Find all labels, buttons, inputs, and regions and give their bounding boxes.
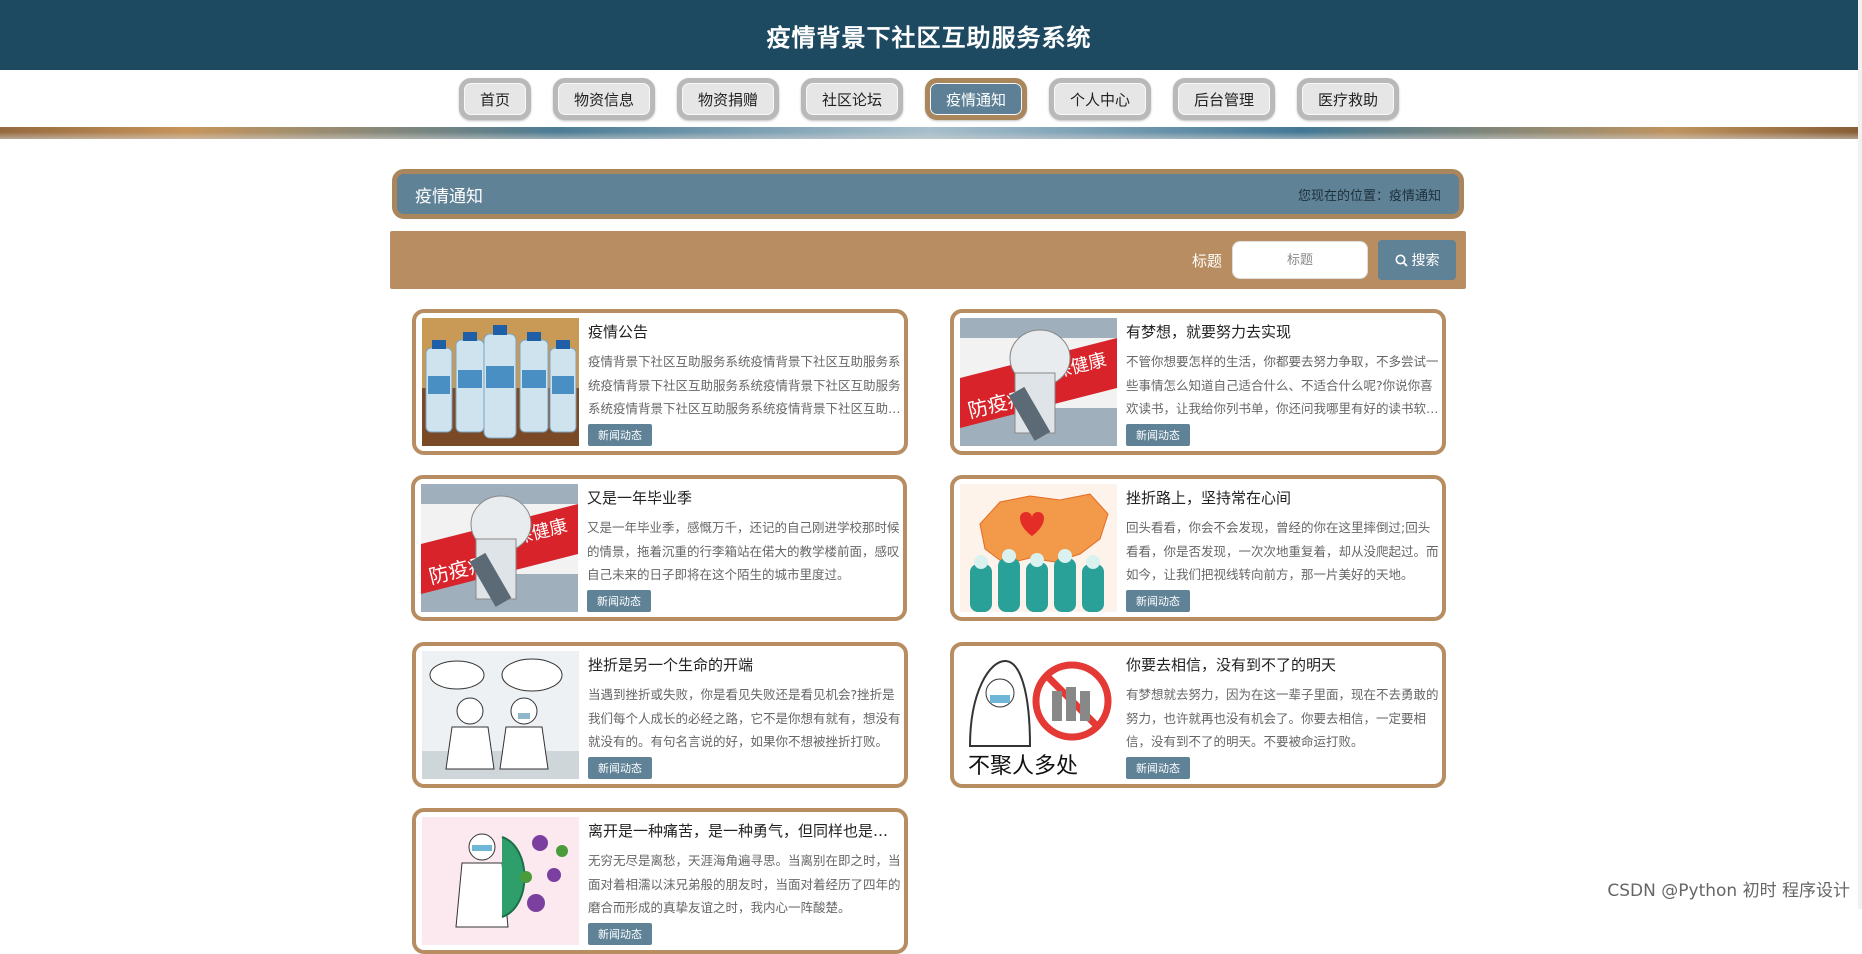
nav-item-forum[interactable]: 社区论坛 [800, 78, 903, 120]
card-desc: 又是一年毕业季，感慨万千，还记的自己刚进学校那时候的情景，拖着沉重的行李箱站在偌… [587, 520, 900, 582]
card-title[interactable]: 挫折是另一个生命的开端 [588, 654, 902, 675]
search-button[interactable]: 搜索 [1378, 240, 1456, 280]
card-tag: 新闻动态 [588, 424, 652, 446]
app-title: 疫情背景下社区互助服务系统 [766, 23, 1092, 52]
news-card[interactable]: 离开是一种痛苦，是一种勇气，但同样也是一个考验 无穷无尽是离愁，天涯海角遍寻思。… [412, 808, 908, 954]
card-desc: 无穷无尽是离愁，天涯海角遍寻思。当离别在即之时，当面对着相濡以沫兄弟般的朋友时，… [588, 853, 901, 915]
nav-item-admin[interactable]: 后台管理 [1173, 78, 1276, 120]
no-gathering-image: 不聚人多处 [960, 651, 1117, 779]
vertical-scrollbar[interactable] [1858, 0, 1862, 909]
card-desc: 不管你想要怎样的生活，你都要去努力争取，不多尝试一些事情怎么知道自己适合什么、不… [1126, 354, 1439, 416]
banner-strip [0, 127, 1858, 139]
card-desc: 当遇到挫折或失败，你是看见失败还是看见机会?挫折是我们每个人成长的必经之路，它不… [588, 687, 901, 749]
card-tag: 新闻动态 [587, 590, 651, 612]
svg-text:不聚人多处: 不聚人多处 [968, 754, 1078, 779]
app-header: 疫情背景下社区互助服务系统 [0, 0, 1858, 70]
nav-item-donation[interactable]: 物资捐赠 [676, 78, 779, 120]
mask-cartoon-image [422, 651, 579, 779]
search-icon [1395, 254, 1408, 267]
card-desc: 疫情背景下社区互助服务系统疫情背景下社区互助服务系统疫情背景下社区互助服务系统疫… [588, 354, 901, 416]
section-title: 疫情通知 [415, 186, 483, 207]
doctor-virus-image [422, 817, 579, 945]
section-titlebar: 疫情通知 您现在的位置：疫情通知 [392, 169, 1464, 219]
water-bottles-image [422, 318, 579, 446]
card-tag: 新闻动态 [588, 923, 652, 945]
nav-item-notice[interactable]: 疫情通知 [925, 78, 1028, 120]
card-desc: 回头看看，你会不会发现，曾经的你在这里摔倒过;回头看看，你是否发现，一次次地重复… [1126, 520, 1439, 582]
card-tag: 新闻动态 [588, 757, 652, 779]
card-title[interactable]: 你要去相信，没有到不了的明天 [1126, 654, 1440, 675]
card-title[interactable]: 疫情公告 [588, 321, 902, 342]
news-card[interactable]: 不聚人多处 你要去相信，没有到不了的明天 有梦想就去努力，因为在这一辈子里面，现… [950, 642, 1446, 788]
nav-item-supplies[interactable]: 物资信息 [552, 78, 655, 120]
card-tag: 新闻动态 [1126, 757, 1190, 779]
nav-item-home[interactable]: 首页 [458, 78, 531, 120]
watermark: CSDN @Python 初时 程序设计 [1607, 881, 1850, 901]
news-card[interactable]: 防疫疫情 保健康 又是一年毕业季 又是一年毕业季，感慨万千，还记的自己刚进学校那… [411, 475, 907, 621]
search-button-label: 搜索 [1411, 252, 1440, 268]
nav-item-medical[interactable]: 医疗救助 [1297, 78, 1400, 120]
search-label: 标题 [1191, 251, 1222, 270]
card-title[interactable]: 挫折路上，坚持常在心间 [1126, 487, 1440, 508]
news-card[interactable]: 疫情公告 疫情背景下社区互助服务系统疫情背景下社区互助服务系统疫情背景下社区互助… [412, 309, 908, 455]
main-nav: 首页 物资信息 物资捐赠 社区论坛 疫情通知 个人中心 后台管理 医疗救助 [0, 70, 1858, 128]
card-desc: 有梦想就去努力，因为在这一辈子里面，现在不去勇敢的努力，也许就再也没有机会了。你… [1126, 687, 1439, 749]
epidemic-worker-image: 防疫疫情 保健康 [960, 318, 1117, 446]
nav-item-personal[interactable]: 个人中心 [1049, 78, 1152, 120]
breadcrumb: 您现在的位置：疫情通知 [1297, 188, 1441, 204]
news-card[interactable]: 防疫疫情 保健康 有梦想，就要努力去实现 不管你想要怎样的生活，你都要去努力争取… [950, 309, 1446, 455]
card-title[interactable]: 离开是一种痛苦，是一种勇气，但同样也是一个考验 [588, 820, 902, 841]
china-map-image [960, 484, 1117, 612]
search-bar: 标题 搜索 [390, 231, 1466, 289]
news-card[interactable]: 挫折是另一个生命的开端 当遇到挫折或失败，你是看见失败还是看见机会?挫折是我们每… [412, 642, 908, 788]
card-tag: 新闻动态 [1126, 424, 1190, 446]
news-card[interactable]: 挫折路上，坚持常在心间 回头看看，你会不会发现，曾经的你在这里摔倒过;回头看看，… [950, 475, 1446, 621]
search-input[interactable] [1232, 241, 1368, 279]
epidemic-worker-image: 防疫疫情 保健康 [421, 484, 578, 612]
card-tag: 新闻动态 [1126, 590, 1190, 612]
card-title[interactable]: 有梦想，就要努力去实现 [1126, 321, 1440, 342]
card-title[interactable]: 又是一年毕业季 [587, 487, 901, 508]
